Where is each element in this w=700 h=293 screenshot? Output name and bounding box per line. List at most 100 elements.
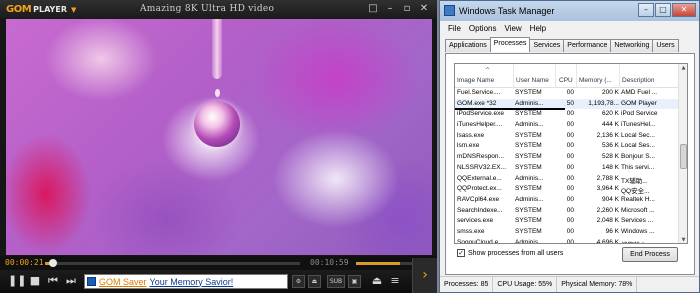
process-rows: Fuel.Service.... SYSTEM 00 200 K AMD Fuel ..… <box>455 88 680 244</box>
previous-button[interactable]: ⏮ <box>46 274 60 288</box>
column-divider[interactable] <box>555 64 556 88</box>
desktop: GOM PLAYER ▼ Amazing 8K Ultra HD video □… <box>0 0 700 293</box>
settings-button[interactable]: ⚙ <box>292 275 305 288</box>
col-description[interactable]: Description <box>622 77 655 84</box>
process-memory: 2,136 K <box>596 131 619 139</box>
process-row[interactable]: NLSSRV32.EX... SYSTEM 00 148 K This servi... <box>455 163 680 174</box>
status-cpu: CPU Usage: 55% <box>493 277 558 292</box>
scroll-thumb[interactable] <box>680 144 687 169</box>
col-cpu[interactable]: CPU <box>559 77 573 84</box>
process-name: QQProtect.ex... <box>457 185 502 193</box>
maximize-button[interactable]: ▫ <box>400 2 414 16</box>
tm-maximize-button[interactable]: □ <box>655 3 671 17</box>
process-row[interactable]: mDNSRespon... SYSTEM 00 528 K Bonjour S... <box>455 152 680 163</box>
process-user: SYSTEM <box>515 131 542 139</box>
process-row[interactable]: services.exe SYSTEM 00 2,048 K Services ... <box>455 216 680 227</box>
menu-icon[interactable]: ≡ <box>388 274 402 288</box>
process-description: Microsoft ... <box>621 206 655 214</box>
pause-button[interactable]: ❚❚ <box>8 274 26 288</box>
tab-performance[interactable]: Performance <box>563 39 612 52</box>
process-name: services.exe <box>457 217 494 225</box>
playlist-toggle-button[interactable]: › <box>412 258 437 293</box>
column-divider[interactable] <box>513 64 514 88</box>
process-row[interactable]: smss.exe SYSTEM 00 96 K Windows ... <box>455 227 680 238</box>
menu-help[interactable]: Help <box>526 21 550 36</box>
end-process-button[interactable]: End Process <box>622 247 678 262</box>
tab-services[interactable]: Services <box>529 39 565 52</box>
subtitle-button[interactable]: SUB <box>327 275 345 288</box>
process-row[interactable]: lsass.exe SYSTEM 00 2,136 K Local Sec... <box>455 131 680 142</box>
menu-file[interactable]: File <box>444 21 465 36</box>
process-row[interactable]: lsm.exe SYSTEM 00 536 K Local Ses... <box>455 141 680 152</box>
process-description: AMD Fuel ... <box>621 89 658 96</box>
process-name: SogouCloud.e... <box>457 238 504 244</box>
gom-logo-gom: GOM <box>6 4 32 15</box>
seek-knob[interactable] <box>48 259 57 267</box>
process-memory: 2,788 K <box>596 174 619 182</box>
minimize-button[interactable]: – <box>383 2 397 16</box>
menu-options[interactable]: Options <box>465 21 501 36</box>
scroll-down-icon[interactable]: ▼ <box>679 236 687 243</box>
pin-icon[interactable]: □ <box>366 2 380 16</box>
process-name: iTunesHelper.... <box>457 121 503 129</box>
tm-title-bar[interactable]: Windows Task Manager – □ ✕ <box>440 1 699 21</box>
process-row[interactable]: QQExternal.e... Adminis... 00 2,788 K TX辅助..… <box>455 174 680 185</box>
gom-window-buttons: □ – ▫ ✕ <box>366 2 431 16</box>
memory-savior-link[interactable]: Your Memory Savior! <box>150 277 234 287</box>
tab-networking[interactable]: Networking <box>610 39 654 52</box>
process-name: NLSSRV32.EX... <box>457 163 507 171</box>
tm-minimize-button[interactable]: – <box>638 3 654 17</box>
process-row[interactable]: GOM.exe *32 Adminis... 50 1,193,78... GOM Pl… <box>455 98 680 110</box>
close-button[interactable]: ✕ <box>417 2 431 16</box>
stop-button[interactable]: ■ <box>28 274 42 288</box>
process-list-scrollbar[interactable]: ▲ ▼ <box>678 64 687 243</box>
process-name: GOM.exe *32 <box>457 99 497 107</box>
process-description: TX辅助... <box>621 177 648 185</box>
process-cpu: 00 <box>566 110 574 118</box>
process-description: Bonjour S... <box>621 153 655 161</box>
process-name: Fuel.Service.... <box>457 89 501 96</box>
process-row[interactable]: SearchIndexe... SYSTEM 00 2,260 K Microsoft … <box>455 206 680 217</box>
process-user: SYSTEM <box>515 217 542 225</box>
show-all-users-checkbox[interactable]: ✓ <box>457 249 465 257</box>
eject-icon[interactable]: ⏏ <box>370 274 384 288</box>
show-all-users-option[interactable]: ✓ Show processes from all users <box>457 249 563 257</box>
process-user: SYSTEM <box>515 142 542 150</box>
tab-applications[interactable]: Applications <box>445 39 491 52</box>
process-memory: 200 K <box>602 89 619 96</box>
gom-logo-player: PLAYER <box>33 5 67 14</box>
process-row[interactable]: QQProtect.ex... SYSTEM 00 3,964 K QQ安全... <box>455 184 680 195</box>
gom-saver-link[interactable]: GOM Saver <box>99 277 147 287</box>
process-row[interactable]: Fuel.Service.... SYSTEM 00 200 K AMD Fuel ..… <box>455 88 680 99</box>
process-row[interactable]: iTunesHelper.... Adminis... 00 444 KiTunesH… <box>455 120 680 131</box>
gom-menu-arrow-icon[interactable]: ▼ <box>71 6 76 14</box>
open-button[interactable]: ⏏ <box>308 275 321 288</box>
col-memory[interactable]: Memory (... <box>579 77 612 84</box>
col-image-name[interactable]: Image Name <box>457 77 494 84</box>
column-divider[interactable] <box>619 64 620 88</box>
status-memory: Physical Memory: 78% <box>557 277 638 292</box>
next-button[interactable]: ⏭ <box>64 274 78 288</box>
capture-button[interactable]: ▣ <box>348 275 361 288</box>
process-description: iTunesHel... <box>621 121 656 129</box>
process-row[interactable]: SogouCloud.e... Adminis... 00 4,696 K搜狗输入..… <box>455 238 680 244</box>
scroll-up-icon[interactable]: ▲ <box>679 64 687 73</box>
process-row[interactable]: iPodService.exe SYSTEM 00 620 KiPod Service <box>455 109 680 120</box>
column-divider[interactable] <box>576 64 577 88</box>
video-frame[interactable] <box>6 19 432 255</box>
process-list[interactable]: ^ Image Name User Name CPU Memory (... D… <box>454 63 688 244</box>
status-processes: Processes: 85 <box>440 277 494 292</box>
ad-banner[interactable]: GOM Saver Your Memory Savior! <box>84 274 288 289</box>
seek-bar[interactable] <box>45 259 300 267</box>
tab-users[interactable]: Users <box>652 39 679 52</box>
gom-saver-icon <box>87 277 96 286</box>
process-cpu: 00 <box>566 174 574 182</box>
process-cpu: 00 <box>566 142 574 150</box>
col-user-name[interactable]: User Name <box>516 77 549 84</box>
menu-view[interactable]: View <box>500 21 525 36</box>
tm-close-button[interactable]: ✕ <box>672 3 696 17</box>
gom-title-bar[interactable]: GOM PLAYER ▼ Amazing 8K Ultra HD video □… <box>0 0 437 19</box>
process-row[interactable]: RAVCpl64.exe Adminis... 00 904 K Realtek H..… <box>455 195 680 206</box>
gom-logo[interactable]: GOM PLAYER ▼ <box>6 3 76 16</box>
tab-processes[interactable]: Processes <box>489 37 531 52</box>
